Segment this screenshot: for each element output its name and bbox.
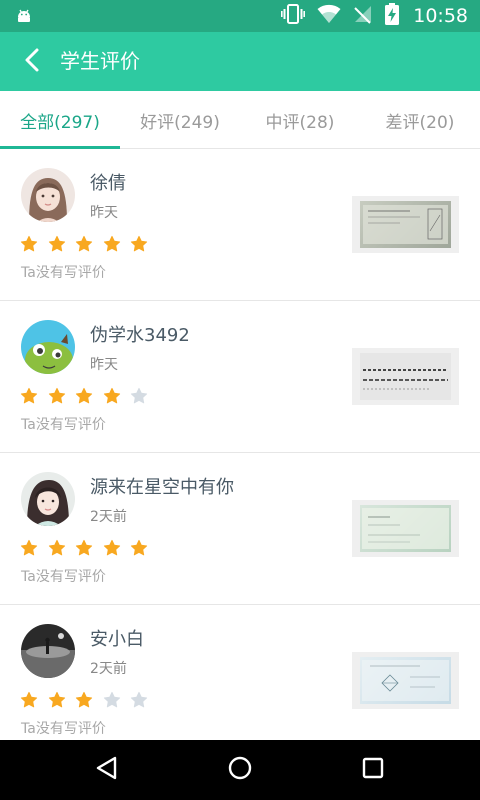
star-rating xyxy=(20,691,158,709)
homework-thumbnail[interactable] xyxy=(352,500,459,557)
back-arrow-icon xyxy=(23,47,41,77)
no-signal-icon xyxy=(353,4,385,28)
tab-positive[interactable]: 好评(249) xyxy=(120,91,240,149)
recents-square-icon xyxy=(361,756,385,784)
android-icon xyxy=(14,6,34,30)
back-triangle-icon xyxy=(94,755,120,785)
star-filled-icon xyxy=(20,235,38,252)
review-list[interactable]: 徐倩 昨天 Ta没有写评价 伪学水3492 昨天 Ta没有写评价 源来在星空中有… xyxy=(0,149,480,740)
review-comment: Ta没有写评价 xyxy=(21,265,106,281)
back-button[interactable] xyxy=(14,44,50,80)
star-rating xyxy=(20,387,158,405)
app-bar: 学生评价 xyxy=(0,32,480,91)
wifi-icon xyxy=(317,4,353,28)
homework-thumbnail[interactable] xyxy=(352,196,459,253)
review-time: 昨天 xyxy=(90,357,118,373)
star-filled-icon xyxy=(130,539,148,556)
star-filled-icon xyxy=(20,387,38,404)
review-comment: Ta没有写评价 xyxy=(21,721,106,737)
star-filled-icon xyxy=(103,235,120,252)
review-time: 昨天 xyxy=(90,205,118,221)
star-rating xyxy=(20,235,158,253)
avatar[interactable] xyxy=(21,168,75,222)
star-filled-icon xyxy=(75,235,93,252)
star-filled-icon xyxy=(48,387,65,404)
star-empty-icon xyxy=(130,691,148,708)
review-comment: Ta没有写评价 xyxy=(21,569,106,585)
avatar[interactable] xyxy=(21,472,75,526)
review-item[interactable]: 伪学水3492 昨天 Ta没有写评价 xyxy=(0,301,480,453)
reviewer-name: 伪学水3492 xyxy=(90,325,190,346)
avatar[interactable] xyxy=(21,320,75,374)
review-item[interactable]: 安小白 2天前 Ta没有写评价 xyxy=(0,605,480,740)
star-filled-icon xyxy=(20,539,38,556)
reviewer-name: 安小白 xyxy=(90,629,144,650)
system-nav-bar xyxy=(0,740,480,800)
reviewer-name: 徐倩 xyxy=(90,173,126,194)
nav-back-button[interactable] xyxy=(67,740,147,800)
star-filled-icon xyxy=(20,691,38,708)
star-empty-icon xyxy=(130,387,148,404)
star-empty-icon xyxy=(103,691,120,708)
rating-filter-tabs: 全部(297) 好评(249) 中评(28) 差评(20) xyxy=(0,91,480,150)
star-filled-icon xyxy=(75,539,93,556)
star-rating xyxy=(20,539,158,557)
review-time: 2天前 xyxy=(90,661,127,677)
nav-recents-button[interactable] xyxy=(333,740,413,800)
star-filled-icon xyxy=(130,235,148,252)
reviewer-name: 源来在星空中有你 xyxy=(90,477,234,498)
star-filled-icon xyxy=(75,691,93,708)
battery-charging-icon xyxy=(385,3,411,29)
star-filled-icon xyxy=(103,539,120,556)
star-filled-icon xyxy=(75,387,93,404)
star-filled-icon xyxy=(48,691,65,708)
review-time: 2天前 xyxy=(90,509,127,525)
status-bar: 10:58 xyxy=(0,0,480,32)
vibrate-icon xyxy=(281,3,317,29)
homework-thumbnail[interactable] xyxy=(352,652,459,709)
nav-home-button[interactable] xyxy=(200,740,280,800)
star-filled-icon xyxy=(103,387,120,404)
review-comment: Ta没有写评价 xyxy=(21,417,106,433)
star-filled-icon xyxy=(48,235,65,252)
tab-negative[interactable]: 差评(20) xyxy=(360,91,480,149)
star-filled-icon xyxy=(48,539,65,556)
review-item[interactable]: 源来在星空中有你 2天前 Ta没有写评价 xyxy=(0,453,480,605)
page-title: 学生评价 xyxy=(60,49,140,73)
home-circle-icon xyxy=(227,755,253,785)
tab-all[interactable]: 全部(297) xyxy=(0,91,120,150)
avatar[interactable] xyxy=(21,624,75,678)
homework-thumbnail[interactable] xyxy=(352,348,459,405)
clock: 10:58 xyxy=(413,5,468,27)
tab-neutral[interactable]: 中评(28) xyxy=(240,91,360,149)
review-item[interactable]: 徐倩 昨天 Ta没有写评价 xyxy=(0,149,480,301)
